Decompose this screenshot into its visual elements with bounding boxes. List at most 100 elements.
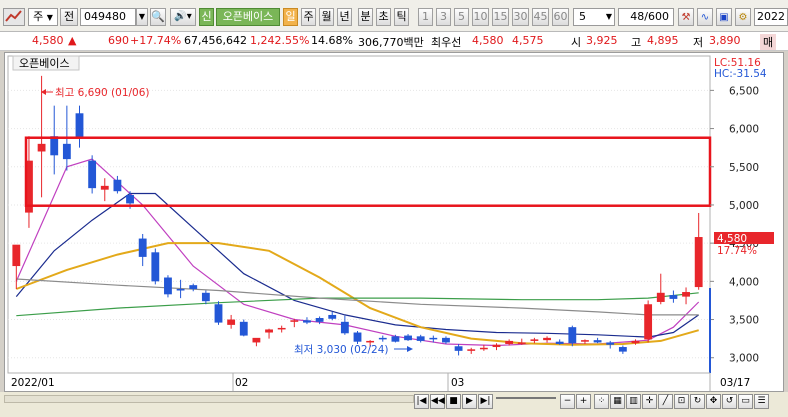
- market-type-select[interactable]: 주 ▼: [28, 8, 58, 26]
- candlestick-chart[interactable]: 오픈베이스 LC:51.16 HC:-31.54 6,5006,0005,500…: [5, 53, 783, 391]
- candle-up[interactable]: [656, 292, 665, 302]
- zoom-out-button[interactable]: −: [560, 394, 575, 409]
- tab-month[interactable]: 월: [319, 8, 334, 26]
- candle-up[interactable]: [12, 244, 21, 267]
- candle-down[interactable]: [340, 321, 349, 334]
- candle-up[interactable]: [290, 320, 299, 322]
- candle-down[interactable]: [555, 341, 564, 344]
- candle-down[interactable]: [606, 342, 615, 345]
- candle-up[interactable]: [505, 340, 514, 344]
- candle-down[interactable]: [669, 295, 678, 299]
- tab-second[interactable]: 초: [376, 8, 391, 26]
- first-button[interactable]: |◀: [414, 394, 429, 409]
- tool-button-6[interactable]: ⊡: [674, 394, 689, 409]
- code-dropdown-button[interactable]: ▼: [136, 8, 148, 26]
- tab-year[interactable]: 년: [337, 8, 352, 26]
- stop-button[interactable]: ■: [446, 394, 461, 409]
- chart-icon[interactable]: [3, 8, 25, 26]
- candle-down[interactable]: [75, 113, 84, 139]
- tool-button-2[interactable]: ▦: [610, 394, 625, 409]
- zoom-slider[interactable]: [496, 397, 556, 403]
- tool-button-8[interactable]: ✥: [706, 394, 721, 409]
- candle-down[interactable]: [50, 136, 59, 156]
- date-input[interactable]: 2022: [754, 8, 788, 26]
- scroll-track[interactable]: [4, 395, 414, 403]
- candle-down[interactable]: [303, 320, 311, 323]
- candle-down[interactable]: [201, 292, 210, 302]
- price-chart[interactable]: 오픈베이스 LC:51.16 HC:-31.54 6,500 6,000 5,500…: [4, 52, 784, 392]
- candle-down[interactable]: [328, 314, 337, 319]
- tool-button-7[interactable]: ↻: [690, 394, 705, 409]
- candle-up[interactable]: [631, 340, 640, 344]
- interval-3[interactable]: 3: [436, 8, 451, 26]
- candle-down[interactable]: [315, 318, 324, 322]
- save-button[interactable]: ▣: [716, 8, 732, 26]
- candle-up[interactable]: [252, 337, 261, 343]
- candle-down[interactable]: [151, 252, 160, 282]
- interval-60[interactable]: 60: [552, 8, 569, 26]
- candle-down[interactable]: [88, 160, 97, 189]
- stock-code-input[interactable]: 049480: [80, 8, 136, 26]
- candle-down[interactable]: [454, 346, 463, 351]
- tab-week[interactable]: 주: [301, 8, 316, 26]
- candle-down[interactable]: [618, 347, 627, 352]
- candle-up[interactable]: [682, 292, 690, 297]
- candle-down[interactable]: [189, 285, 198, 289]
- candle-down[interactable]: [164, 277, 172, 295]
- settings-button[interactable]: ⚙: [735, 8, 751, 26]
- candle-down[interactable]: [214, 304, 223, 323]
- candle-down[interactable]: [138, 238, 147, 257]
- interval-select[interactable]: 5 ▼: [573, 8, 615, 26]
- interval-1[interactable]: 1: [418, 8, 433, 26]
- tool-button-10[interactable]: ▭: [738, 394, 753, 409]
- candle-up[interactable]: [530, 339, 539, 341]
- candle-up[interactable]: [517, 342, 526, 344]
- interval-15[interactable]: 15: [492, 8, 509, 26]
- interval-10[interactable]: 10: [472, 8, 489, 26]
- candle-down[interactable]: [126, 195, 134, 204]
- tab-day[interactable]: 일: [283, 8, 298, 26]
- new-badge[interactable]: 신: [199, 8, 214, 26]
- candle-up[interactable]: [644, 304, 653, 340]
- candle-up[interactable]: [492, 344, 501, 348]
- candle-up[interactable]: [467, 349, 476, 351]
- prev-button[interactable]: 전: [60, 8, 78, 26]
- interval-30[interactable]: 30: [512, 8, 529, 26]
- candle-up[interactable]: [366, 340, 375, 343]
- candle-up[interactable]: [100, 185, 109, 190]
- sound-button[interactable]: 🔊▾: [170, 8, 196, 26]
- candle-down[interactable]: [378, 337, 387, 340]
- candle-down[interactable]: [442, 337, 450, 343]
- tool-button-1[interactable]: ⁘: [594, 394, 609, 409]
- candle-up[interactable]: [694, 237, 703, 288]
- candle-up[interactable]: [581, 340, 589, 342]
- candle-up[interactable]: [37, 143, 46, 152]
- candle-up[interactable]: [277, 327, 286, 330]
- zoom-in-button[interactable]: +: [576, 394, 591, 409]
- tool-button-4[interactable]: ✛: [642, 394, 657, 409]
- tool-button-5[interactable]: ╱: [658, 394, 673, 409]
- tool-button-9[interactable]: ↺: [722, 394, 737, 409]
- candle-down[interactable]: [416, 336, 425, 341]
- tab-tick[interactable]: 틱: [394, 8, 409, 26]
- candle-down[interactable]: [239, 321, 248, 336]
- candle-down[interactable]: [391, 336, 400, 342]
- chart-type-button[interactable]: ∿: [697, 8, 713, 26]
- search-button[interactable]: 🔍: [150, 8, 166, 26]
- interval-5[interactable]: 5: [454, 8, 469, 26]
- candle-up[interactable]: [227, 319, 236, 325]
- tab-minute[interactable]: 분: [358, 8, 373, 26]
- tool-button-3[interactable]: ▥: [626, 394, 641, 409]
- prev-button[interactable]: ◀◀: [430, 394, 445, 409]
- candle-down[interactable]: [568, 327, 577, 344]
- candle-down[interactable]: [113, 179, 122, 192]
- last-button[interactable]: ▶|: [478, 394, 493, 409]
- candle-down[interactable]: [62, 143, 71, 160]
- candle-up[interactable]: [543, 337, 551, 341]
- candle-up[interactable]: [265, 329, 273, 333]
- interval-45[interactable]: 45: [532, 8, 549, 26]
- candle-down[interactable]: [593, 340, 602, 343]
- candle-down[interactable]: [404, 335, 412, 341]
- candle-down[interactable]: [353, 332, 362, 342]
- candle-down[interactable]: [176, 288, 185, 291]
